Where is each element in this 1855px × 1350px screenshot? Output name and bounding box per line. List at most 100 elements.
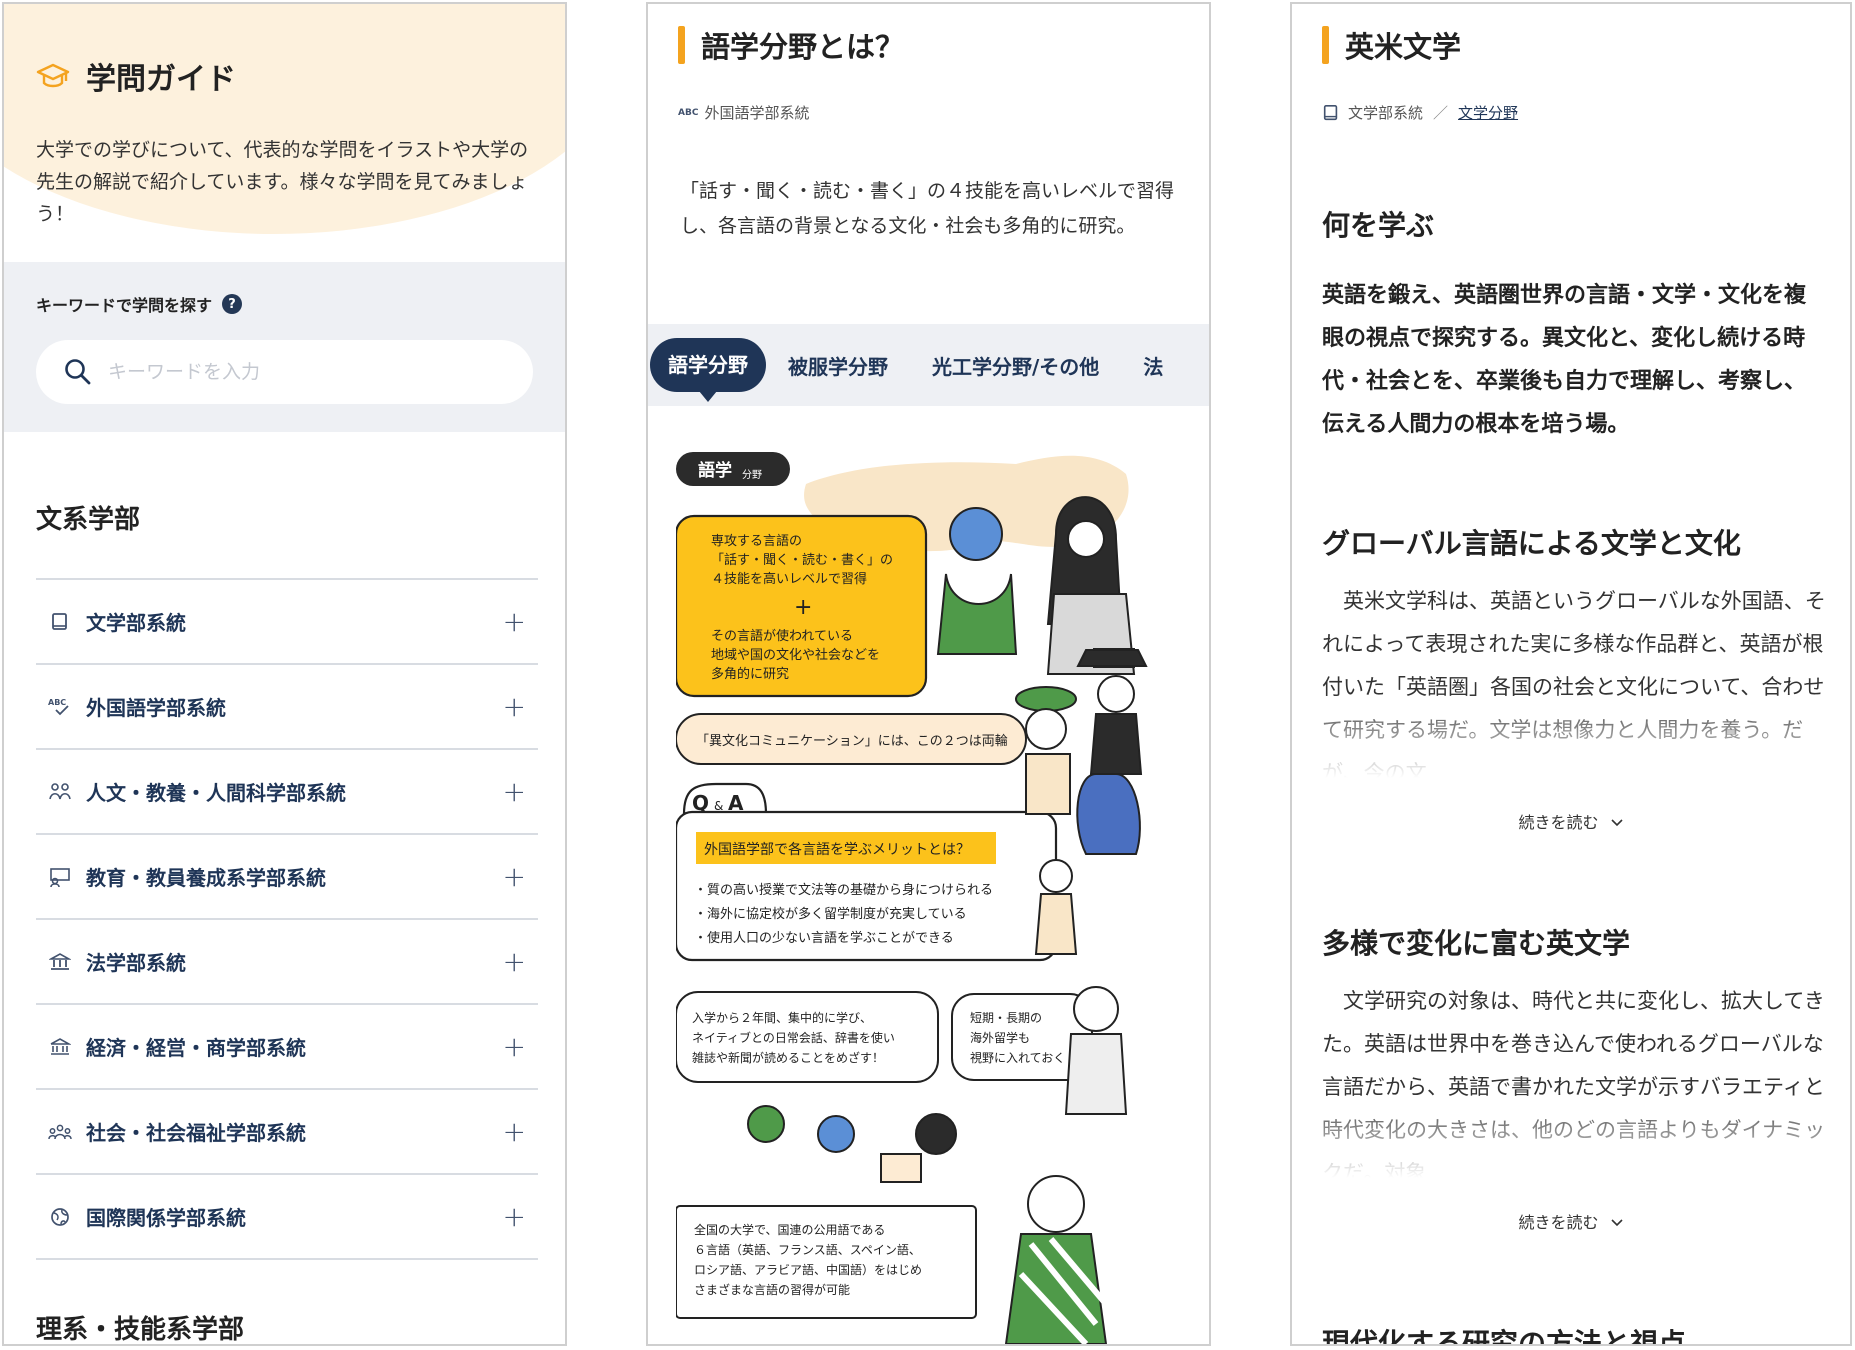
abc-check-icon: ABC	[678, 107, 699, 118]
un-line-4: さまざまな言語の習得が可能	[694, 1282, 850, 1297]
tab-linguistics[interactable]: 語学分野	[650, 338, 766, 402]
faculty-label: 社会・社会福祉学部系統	[86, 1121, 306, 1145]
study-line-1: 入学から２年間、集中的に学び、	[692, 1010, 872, 1025]
faculty-item-law[interactable]: 法学部系統 +	[36, 920, 538, 1005]
faculty-label: 外国語学部系統	[86, 696, 226, 720]
literature-title: 英米文学	[1322, 24, 1461, 66]
chevron-down-icon	[1610, 1213, 1624, 1232]
section-2-heading: 多様で変化に富む英文学	[1322, 927, 1631, 960]
faculty-label: 文学部系統	[86, 611, 186, 635]
what-heading: 何を学ぶ	[1322, 209, 1435, 242]
expand-icon[interactable]: +	[503, 1032, 526, 1061]
faculty-label: 法学部系統	[86, 951, 186, 975]
teacher-icon	[48, 865, 72, 889]
literature-title-text: 英米文学	[1345, 30, 1462, 64]
qa-point-1: ・質の高い授業で文法等の基礎から身につけられる	[694, 882, 993, 898]
search-box[interactable]	[36, 340, 533, 404]
search-input[interactable]	[108, 361, 488, 383]
study-line-3: 雑誌や新聞が読めることをめざす！	[692, 1050, 884, 1065]
faculty-item-foreign-languages[interactable]: ABC 外国語学部系統 +	[36, 665, 538, 750]
category-tag: ABC 外国語学部系統	[678, 102, 809, 123]
study-line-2: ネイティブとの日常会話、辞書を使い	[692, 1030, 895, 1045]
globe-icon	[48, 1205, 72, 1229]
book-icon	[48, 610, 72, 634]
expand-icon[interactable]: +	[503, 1202, 526, 1231]
badge-main-text: 語学	[698, 460, 732, 481]
expand-icon[interactable]: +	[503, 607, 526, 636]
search-icon	[65, 359, 91, 385]
read-more-label: 続きを読む	[1518, 813, 1599, 832]
expand-icon[interactable]: +	[503, 777, 526, 806]
qa-question: 外国語学部で各言語を学ぶメリットとは？	[704, 842, 970, 858]
faculty-label: 教育・教員養成系学部系統	[86, 866, 326, 890]
expand-icon[interactable]: +	[503, 947, 526, 976]
bank-icon	[48, 1035, 72, 1059]
qa-point-3: ・使用人口の少ない言語を学ぶことができる	[694, 930, 954, 946]
tab-clothing[interactable]: 被服学分野	[766, 351, 910, 380]
linguistics-title-text: 語学分野とは？	[701, 30, 905, 64]
title-accent-bar	[678, 26, 685, 64]
humanities-heading: 文系学部	[36, 505, 141, 535]
keyword-search-section: キーワードで学問を探す ?	[4, 262, 565, 432]
faculty-item-humanities[interactable]: 人文・教養・人間科学部系統 +	[36, 750, 538, 835]
search-label-text: キーワードで学問を探す	[36, 296, 213, 315]
literature-panel: 英米文学 文学部系統 ／ 文学分野 何を学ぶ 英語を鍛え、英語圏世界の言語・文学…	[1290, 2, 1852, 1346]
abroad-line-2: 海外留学も	[970, 1030, 1030, 1045]
graduation-cap-icon	[36, 63, 70, 88]
skills-line-2: 「話す・聞く・読む・書く」の	[711, 552, 893, 568]
qa-point-2: ・海外に協定校が多く留学制度が充実している	[694, 906, 967, 922]
chevron-down-icon	[1610, 813, 1624, 832]
abroad-line-1: 短期・長期の	[970, 1011, 1042, 1025]
linguistics-illustration: 語学 分野 専攻する言語の 「話す・聞く・読む・書く」の ４技能を高いレベルで習…	[676, 452, 1148, 1344]
guide-header: 学問ガイド 大学での学びについて、代表的な学問をイラストや大学の先生の解説で紹介…	[4, 4, 565, 230]
category-text: 外国語学部系統	[704, 104, 810, 122]
linguistics-title: 語学分野とは？	[678, 24, 904, 66]
what-lead: 英語を鍛え、英語圏世界の言語・文学・文化を複眼の視点で探究する。異文化と、変化し…	[1322, 283, 1807, 437]
faculty-item-education[interactable]: 教育・教員養成系学部系統 +	[36, 835, 538, 920]
guide-intro: 大学での学びについて、代表的な学問をイラストや大学の先生の解説で紹介しています。…	[36, 139, 529, 225]
title-accent-bar	[1322, 26, 1329, 64]
faculty-item-economics[interactable]: 経済・経営・商学部系統 +	[36, 1005, 538, 1090]
breadcrumb-link[interactable]: 文学分野	[1458, 102, 1518, 123]
faculty-item-sociology[interactable]: 社会・社会福祉学部系統 +	[36, 1090, 538, 1175]
field-tabs: 語学分野 被服学分野 光工学分野/その他 法	[648, 324, 1209, 406]
field-badge	[676, 452, 790, 486]
faculty-item-international-relations[interactable]: 国際関係学部系統 +	[36, 1175, 538, 1260]
tab-law[interactable]: 法	[1121, 351, 1185, 380]
abc-check-icon: ABC	[48, 695, 72, 719]
court-icon	[48, 950, 72, 974]
culture-line-2: 地域や国の文化や社会などを	[711, 647, 880, 663]
expand-icon[interactable]: +	[503, 862, 526, 891]
breadcrumb: 文学部系統 ／ 文学分野	[1322, 102, 1518, 123]
section-1-fade	[1292, 694, 1850, 814]
help-icon[interactable]: ?	[222, 294, 243, 314]
read-more-label: 続きを読む	[1518, 1213, 1599, 1232]
tab-optics-other[interactable]: 光工学分野/その他	[910, 351, 1121, 380]
breadcrumb-parent: 文学部系統	[1348, 104, 1424, 122]
search-label: キーワードで学問を探す ?	[36, 292, 533, 316]
section-3-heading: 現代化する研究の方法と視点	[1322, 1327, 1687, 1346]
faculty-label: 経済・経営・商学部系統	[86, 1036, 306, 1060]
svg-text:ABC: ABC	[48, 698, 66, 707]
un-line-1: 全国の大学で、国連の公用語である	[694, 1222, 885, 1237]
culture-line-3: 多角的に研究	[711, 666, 789, 682]
linguistics-description: 「話す・聞く・読む・書く」の４技能を高いレベルで習得し、各言語の背景となる文化・…	[680, 180, 1175, 237]
skills-line-1: 専攻する言語の	[711, 533, 802, 549]
badge-sub-text: 分野	[742, 469, 762, 481]
un-line-2: ６言語（英語、フランス語、スペイン語、	[694, 1242, 921, 1257]
culture-line-1: その言語が使われている	[711, 628, 853, 644]
read-more-1[interactable]: 続きを読む	[1292, 809, 1850, 833]
section-2-fade	[1292, 1094, 1850, 1214]
linguistics-panel: 語学分野とは？ ABC 外国語学部系統 「話す・聞く・読む・書く」の４技能を高い…	[646, 2, 1211, 1346]
faculty-item-literature[interactable]: 文学部系統 +	[36, 580, 538, 665]
community-icon	[48, 1120, 72, 1144]
skills-line-3: ４技能を高いレベルで習得	[711, 571, 867, 587]
science-heading: 理系・技能系学部	[36, 1315, 245, 1345]
expand-icon[interactable]: +	[503, 1117, 526, 1146]
intercultural-pill-text: 「異文化コミュニケーション」には、この２つは両輪	[696, 733, 1008, 749]
book-icon	[1322, 104, 1340, 122]
guide-title-text: 学問ガイド	[86, 62, 236, 97]
guide-panel: 学問ガイド 大学での学びについて、代表的な学問をイラストや大学の先生の解説で紹介…	[2, 2, 567, 1346]
expand-icon[interactable]: +	[503, 692, 526, 721]
read-more-2[interactable]: 続きを読む	[1292, 1209, 1850, 1233]
